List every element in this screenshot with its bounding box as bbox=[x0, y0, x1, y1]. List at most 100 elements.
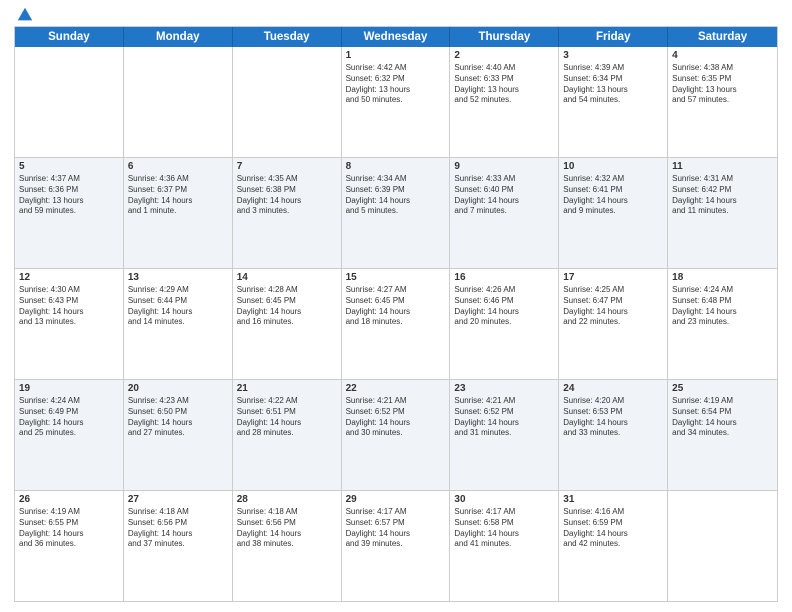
day-number: 9 bbox=[454, 161, 554, 172]
day-info: Sunrise: 4:24 AM Sunset: 6:49 PM Dayligh… bbox=[19, 396, 119, 439]
weekday-header-thursday: Thursday bbox=[450, 27, 559, 47]
calendar-cell-4-5: 31Sunrise: 4:16 AM Sunset: 6:59 PM Dayli… bbox=[559, 491, 668, 601]
day-info: Sunrise: 4:39 AM Sunset: 6:34 PM Dayligh… bbox=[563, 63, 663, 106]
day-info: Sunrise: 4:22 AM Sunset: 6:51 PM Dayligh… bbox=[237, 396, 337, 439]
day-number: 15 bbox=[346, 272, 446, 283]
day-number: 26 bbox=[19, 494, 119, 505]
day-info: Sunrise: 4:20 AM Sunset: 6:53 PM Dayligh… bbox=[563, 396, 663, 439]
day-number: 25 bbox=[672, 383, 773, 394]
calendar-cell-3-5: 24 Sunrise: 4:20 AM Sunset: 6:53 PM Dayli… bbox=[559, 380, 668, 490]
logo bbox=[14, 10, 34, 20]
day-info: Sunrise: 4:32 AM Sunset: 6:41 PM Dayligh… bbox=[563, 174, 663, 217]
day-info: Sunrise: 4:17 AM Sunset: 6:58 PM Dayligh… bbox=[454, 507, 554, 550]
header bbox=[14, 10, 778, 20]
calendar-cell-3-3: 22 Sunrise: 4:21 AM Sunset: 6:52 PM Dayli… bbox=[342, 380, 451, 490]
day-number: 5 bbox=[19, 161, 119, 172]
calendar-cell-4-6 bbox=[668, 491, 777, 601]
day-info: Sunrise: 4:23 AM Sunset: 6:50 PM Dayligh… bbox=[128, 396, 228, 439]
calendar-cell-0-0 bbox=[15, 47, 124, 157]
calendar-cell-1-3: 8Sunrise: 4:34 AM Sunset: 6:39 PM Daylig… bbox=[342, 158, 451, 268]
day-info: Sunrise: 4:28 AM Sunset: 6:45 PM Dayligh… bbox=[237, 285, 337, 328]
day-number: 14 bbox=[237, 272, 337, 283]
calendar-cell-4-4: 30 Sunrise: 4:17 AM Sunset: 6:58 PM Dayli… bbox=[450, 491, 559, 601]
calendar-cell-0-5: 3 Sunrise: 4:39 AM Sunset: 6:34 PM Daylig… bbox=[559, 47, 668, 157]
day-number: 13 bbox=[128, 272, 228, 283]
weekday-header-tuesday: Tuesday bbox=[233, 27, 342, 47]
day-number: 20 bbox=[128, 383, 228, 394]
calendar-cell-4-3: 29Sunrise: 4:17 AM Sunset: 6:57 PM Dayli… bbox=[342, 491, 451, 601]
calendar-cell-2-0: 12Sunrise: 4:30 AM Sunset: 6:43 PM Dayli… bbox=[15, 269, 124, 379]
day-number: 3 bbox=[563, 50, 663, 61]
weekday-header-friday: Friday bbox=[559, 27, 668, 47]
day-info: Sunrise: 4:27 AM Sunset: 6:45 PM Dayligh… bbox=[346, 285, 446, 328]
page: SundayMondayTuesdayWednesdayThursdayFrid… bbox=[0, 0, 792, 612]
day-number: 19 bbox=[19, 383, 119, 394]
calendar-cell-2-4: 16 Sunrise: 4:26 AM Sunset: 6:46 PM Dayli… bbox=[450, 269, 559, 379]
calendar-cell-0-1 bbox=[124, 47, 233, 157]
calendar-cell-4-2: 28 Sunrise: 4:18 AM Sunset: 6:56 PM Dayli… bbox=[233, 491, 342, 601]
day-number: 17 bbox=[563, 272, 663, 283]
day-info: Sunrise: 4:18 AM Sunset: 6:56 PM Dayligh… bbox=[237, 507, 337, 550]
calendar-row-4: 26 Sunrise: 4:19 AM Sunset: 6:55 PM Dayli… bbox=[15, 491, 777, 601]
calendar-cell-1-4: 9 Sunrise: 4:33 AM Sunset: 6:40 PM Daylig… bbox=[450, 158, 559, 268]
day-info: Sunrise: 4:18 AM Sunset: 6:56 PM Dayligh… bbox=[128, 507, 228, 550]
day-number: 24 bbox=[563, 383, 663, 394]
day-info: Sunrise: 4:31 AM Sunset: 6:42 PM Dayligh… bbox=[672, 174, 773, 217]
calendar: SundayMondayTuesdayWednesdayThursdayFrid… bbox=[14, 26, 778, 602]
day-info: Sunrise: 4:21 AM Sunset: 6:52 PM Dayligh… bbox=[454, 396, 554, 439]
day-info: Sunrise: 4:40 AM Sunset: 6:33 PM Dayligh… bbox=[454, 63, 554, 106]
day-number: 10 bbox=[563, 161, 663, 172]
day-info: Sunrise: 4:26 AM Sunset: 6:46 PM Dayligh… bbox=[454, 285, 554, 328]
day-number: 30 bbox=[454, 494, 554, 505]
day-number: 16 bbox=[454, 272, 554, 283]
calendar-cell-4-1: 27 Sunrise: 4:18 AM Sunset: 6:56 PM Dayli… bbox=[124, 491, 233, 601]
day-info: Sunrise: 4:37 AM Sunset: 6:36 PM Dayligh… bbox=[19, 174, 119, 217]
calendar-row-2: 12Sunrise: 4:30 AM Sunset: 6:43 PM Dayli… bbox=[15, 269, 777, 380]
calendar-cell-4-0: 26 Sunrise: 4:19 AM Sunset: 6:55 PM Dayli… bbox=[15, 491, 124, 601]
calendar-row-3: 19 Sunrise: 4:24 AM Sunset: 6:49 PM Dayli… bbox=[15, 380, 777, 491]
calendar-body: 1 Sunrise: 4:42 AM Sunset: 6:32 PM Daylig… bbox=[15, 47, 777, 601]
day-info: Sunrise: 4:16 AM Sunset: 6:59 PM Dayligh… bbox=[563, 507, 663, 550]
day-info: Sunrise: 4:34 AM Sunset: 6:39 PM Dayligh… bbox=[346, 174, 446, 217]
calendar-row-0: 1 Sunrise: 4:42 AM Sunset: 6:32 PM Daylig… bbox=[15, 47, 777, 158]
day-info: Sunrise: 4:17 AM Sunset: 6:57 PM Dayligh… bbox=[346, 507, 446, 550]
day-number: 27 bbox=[128, 494, 228, 505]
day-info: Sunrise: 4:24 AM Sunset: 6:48 PM Dayligh… bbox=[672, 285, 773, 328]
calendar-cell-0-3: 1 Sunrise: 4:42 AM Sunset: 6:32 PM Daylig… bbox=[342, 47, 451, 157]
day-number: 1 bbox=[346, 50, 446, 61]
day-info: Sunrise: 4:25 AM Sunset: 6:47 PM Dayligh… bbox=[563, 285, 663, 328]
weekday-header-wednesday: Wednesday bbox=[342, 27, 451, 47]
calendar-cell-2-6: 18Sunrise: 4:24 AM Sunset: 6:48 PM Dayli… bbox=[668, 269, 777, 379]
calendar-cell-0-4: 2Sunrise: 4:40 AM Sunset: 6:33 PM Daylig… bbox=[450, 47, 559, 157]
calendar-cell-0-6: 4Sunrise: 4:38 AM Sunset: 6:35 PM Daylig… bbox=[668, 47, 777, 157]
day-info: Sunrise: 4:35 AM Sunset: 6:38 PM Dayligh… bbox=[237, 174, 337, 217]
calendar-cell-1-1: 6Sunrise: 4:36 AM Sunset: 6:37 PM Daylig… bbox=[124, 158, 233, 268]
calendar-cell-2-3: 15 Sunrise: 4:27 AM Sunset: 6:45 PM Dayli… bbox=[342, 269, 451, 379]
day-number: 22 bbox=[346, 383, 446, 394]
day-info: Sunrise: 4:19 AM Sunset: 6:55 PM Dayligh… bbox=[19, 507, 119, 550]
day-number: 12 bbox=[19, 272, 119, 283]
day-info: Sunrise: 4:21 AM Sunset: 6:52 PM Dayligh… bbox=[346, 396, 446, 439]
day-number: 28 bbox=[237, 494, 337, 505]
calendar-cell-1-6: 11Sunrise: 4:31 AM Sunset: 6:42 PM Dayli… bbox=[668, 158, 777, 268]
calendar-cell-3-4: 23 Sunrise: 4:21 AM Sunset: 6:52 PM Dayli… bbox=[450, 380, 559, 490]
calendar-cell-3-2: 21Sunrise: 4:22 AM Sunset: 6:51 PM Dayli… bbox=[233, 380, 342, 490]
day-number: 6 bbox=[128, 161, 228, 172]
calendar-cell-2-2: 14 Sunrise: 4:28 AM Sunset: 6:45 PM Dayli… bbox=[233, 269, 342, 379]
calendar-row-1: 5 Sunrise: 4:37 AM Sunset: 6:36 PM Daylig… bbox=[15, 158, 777, 269]
day-number: 4 bbox=[672, 50, 773, 61]
day-info: Sunrise: 4:42 AM Sunset: 6:32 PM Dayligh… bbox=[346, 63, 446, 106]
calendar-cell-3-0: 19 Sunrise: 4:24 AM Sunset: 6:49 PM Dayli… bbox=[15, 380, 124, 490]
calendar-cell-3-1: 20 Sunrise: 4:23 AM Sunset: 6:50 PM Dayli… bbox=[124, 380, 233, 490]
calendar-cell-1-2: 7 Sunrise: 4:35 AM Sunset: 6:38 PM Daylig… bbox=[233, 158, 342, 268]
weekday-header-sunday: Sunday bbox=[15, 27, 124, 47]
day-number: 23 bbox=[454, 383, 554, 394]
calendar-cell-2-1: 13 Sunrise: 4:29 AM Sunset: 6:44 PM Dayli… bbox=[124, 269, 233, 379]
calendar-cell-1-0: 5 Sunrise: 4:37 AM Sunset: 6:36 PM Daylig… bbox=[15, 158, 124, 268]
calendar-cell-3-6: 25Sunrise: 4:19 AM Sunset: 6:54 PM Dayli… bbox=[668, 380, 777, 490]
calendar-cell-1-5: 10 Sunrise: 4:32 AM Sunset: 6:41 PM Dayli… bbox=[559, 158, 668, 268]
day-info: Sunrise: 4:29 AM Sunset: 6:44 PM Dayligh… bbox=[128, 285, 228, 328]
calendar-cell-0-2 bbox=[233, 47, 342, 157]
day-number: 7 bbox=[237, 161, 337, 172]
day-info: Sunrise: 4:33 AM Sunset: 6:40 PM Dayligh… bbox=[454, 174, 554, 217]
